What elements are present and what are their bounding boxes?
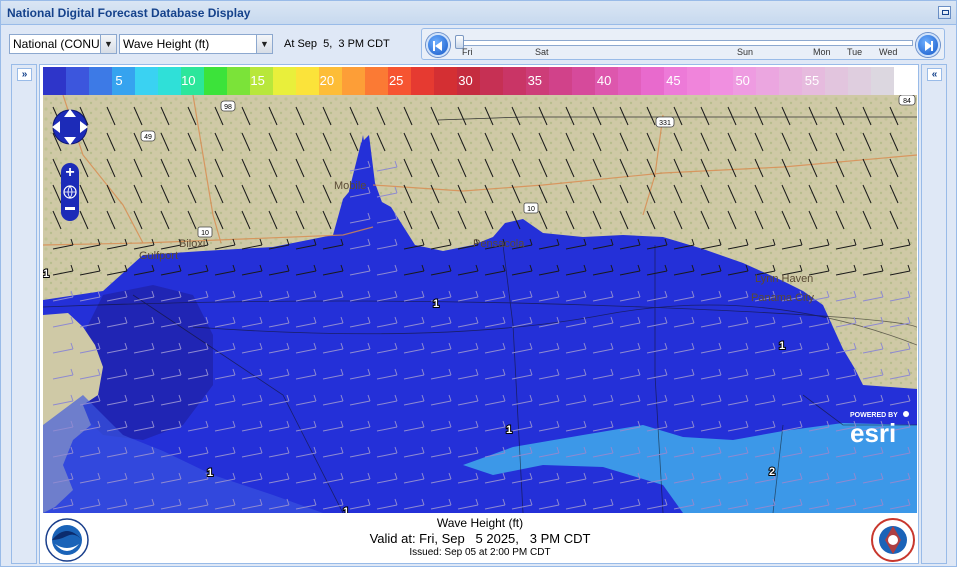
- city-label: Pensacola: [473, 238, 525, 250]
- color-scale-swatch: [434, 67, 458, 95]
- color-scale-swatch: [848, 67, 872, 95]
- window-restore-icon[interactable]: [938, 6, 951, 19]
- city-label: Mobile: [334, 180, 366, 192]
- time-slider[interactable]: Fri Sat Sun Mon Tue Wed: [455, 33, 913, 57]
- wave-height-label: 1: [207, 467, 213, 479]
- pan-control[interactable]: [52, 109, 88, 145]
- color-scale-swatch: [227, 67, 251, 95]
- wave-height-label: 1: [779, 340, 785, 352]
- city-label: Gulfport: [139, 250, 178, 262]
- ndfd-window: National Digital Forecast Database Displ…: [0, 0, 957, 567]
- color-scale-label: 55: [805, 73, 819, 88]
- highway-shield: 84: [903, 98, 911, 105]
- legend-valid-time: Valid at: Fri, Sep 5 2025, 3 PM CDT: [369, 531, 591, 546]
- map-panel: 5 10 15 20 25 30 35 40 45 50 55 98 49 10…: [39, 64, 919, 564]
- color-scale-swatch: [273, 67, 297, 95]
- timeline-day-label: Tue: [847, 47, 863, 57]
- chevron-down-icon[interactable]: ▼: [100, 35, 116, 53]
- valid-time-label: At Sep 5, 3 PM CDT: [284, 38, 390, 50]
- color-scale-swatch: [894, 67, 917, 95]
- color-scale-swatch: [871, 67, 895, 95]
- wave-height-label: 1: [433, 298, 439, 310]
- region-select-value: National (CONUS): [13, 37, 101, 51]
- color-scale-label: 25: [389, 73, 403, 88]
- color-scale-swatch: [503, 67, 527, 95]
- nws-logo: [871, 518, 915, 562]
- city-label: Panama City: [751, 292, 814, 304]
- wave-height-label: 1: [506, 424, 512, 436]
- color-scale-swatch: [641, 67, 665, 95]
- map-view[interactable]: 98 49 10 10 331 84 Mobile Gulfport Bilox…: [43, 95, 917, 513]
- highway-shield: 10: [201, 230, 209, 237]
- highway-shield: 331: [659, 120, 671, 127]
- color-scale-swatch: [135, 67, 159, 95]
- color-scale-label: 35: [528, 73, 542, 88]
- timeline-day-label: Fri: [462, 47, 473, 57]
- expand-left-icon[interactable]: »: [17, 68, 32, 81]
- esri-attribution: POWERED BY esri: [850, 411, 909, 448]
- left-collapsed-panel: »: [11, 64, 37, 564]
- chevron-down-icon[interactable]: ▼: [256, 35, 272, 53]
- color-scale-swatch: [365, 67, 389, 95]
- color-scale-label: 40: [597, 73, 611, 88]
- legend-issued-time: Issued: Sep 05 at 2:00 PM CDT: [409, 547, 551, 558]
- color-scale-swatch: [411, 67, 435, 95]
- color-scale-label: 30: [458, 73, 472, 88]
- color-scale-swatch: [779, 67, 803, 95]
- toolbar: National (CONUS) ▼ Wave Height (ft) ▼ At…: [1, 26, 956, 62]
- color-scale-swatch: [756, 67, 780, 95]
- step-back-button[interactable]: [426, 33, 450, 57]
- color-scale-label: 10: [181, 73, 195, 88]
- color-scale-swatch: [618, 67, 642, 95]
- color-scale-swatch: [204, 67, 228, 95]
- color-scale-swatch: [480, 67, 504, 95]
- timeline-day-label: Sat: [535, 47, 549, 57]
- wave-height-label: 1: [43, 268, 49, 280]
- color-scale-label: 50: [735, 73, 749, 88]
- timeline-day-label: Mon: [813, 47, 831, 57]
- step-forward-button[interactable]: [916, 33, 940, 57]
- color-scale-label: 15: [250, 73, 264, 88]
- time-slider-track[interactable]: [455, 40, 913, 46]
- title-bar: National Digital Forecast Database Displ…: [1, 1, 956, 25]
- element-select-value: Wave Height (ft): [123, 37, 210, 51]
- color-scale-label: 45: [666, 73, 680, 88]
- color-scale-swatch: [825, 67, 849, 95]
- timeline-day-label: Wed: [879, 47, 898, 57]
- highway-shield: 49: [144, 134, 152, 141]
- color-scale-swatch: [342, 67, 366, 95]
- expand-right-icon[interactable]: «: [927, 68, 942, 81]
- legend-footer: Wave Height (ft) Valid at: Fri, Sep 5 20…: [43, 514, 917, 563]
- zoom-out-icon[interactable]: [65, 207, 75, 210]
- color-scale-swatch: [710, 67, 734, 95]
- color-scale-swatch: [549, 67, 573, 95]
- right-collapsed-panel: «: [921, 64, 947, 564]
- city-label: Biloxi: [179, 238, 205, 250]
- region-select[interactable]: National (CONUS) ▼: [9, 34, 117, 54]
- window-title: National Digital Forecast Database Displ…: [7, 6, 251, 20]
- highway-shield: 98: [224, 104, 232, 111]
- color-scale-label: 20: [320, 73, 334, 88]
- color-scale-label: 5: [115, 73, 122, 88]
- legend-title: Wave Height (ft): [436, 516, 524, 530]
- color-scale-swatch: [158, 67, 182, 95]
- element-select[interactable]: Wave Height (ft) ▼: [119, 34, 273, 54]
- wave-height-label: 2: [769, 466, 775, 478]
- color-scale-swatch: [89, 67, 113, 95]
- color-scale-swatch: [687, 67, 711, 95]
- zoom-in-icon[interactable]: +: [65, 164, 74, 181]
- color-scale-swatch: [66, 67, 90, 95]
- city-label: Lynn Haven: [755, 273, 813, 285]
- color-scale-swatch: [572, 67, 596, 95]
- color-scale-swatch: [43, 67, 67, 95]
- timeline-day-label: Sun: [737, 47, 754, 57]
- map-navigation-control: +: [52, 109, 88, 221]
- color-scale-bar: 5 10 15 20 25 30 35 40 45 50 55: [43, 67, 917, 95]
- time-controls: Fri Sat Sun Mon Tue Wed: [421, 28, 945, 60]
- wave-height-label: 1: [343, 506, 349, 513]
- color-scale-swatch: [296, 67, 320, 95]
- esri-logo: esri: [850, 418, 896, 448]
- highway-shield: 10: [527, 206, 535, 213]
